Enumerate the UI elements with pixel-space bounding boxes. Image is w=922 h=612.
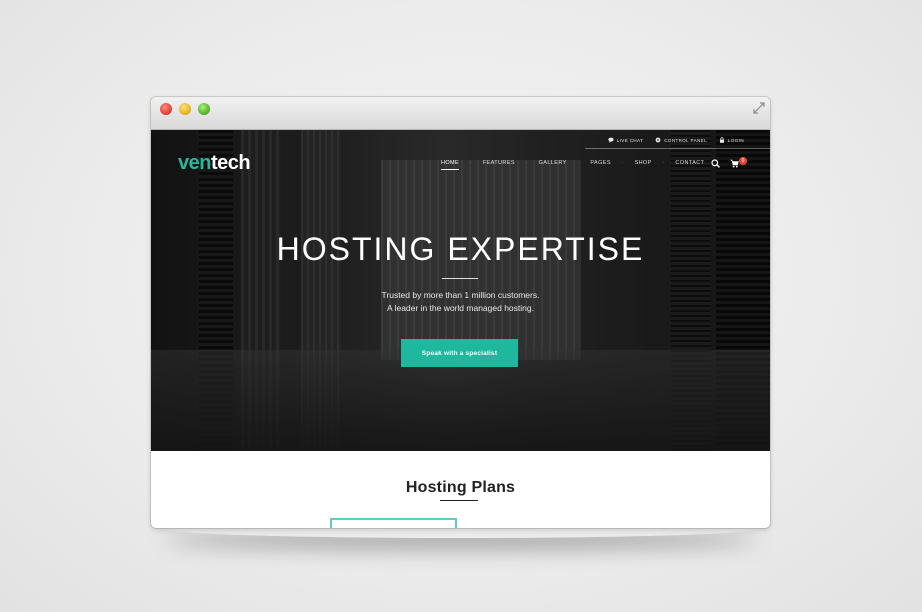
section-title: Hosting Plans (405, 479, 516, 496)
hero-subtitle-line-2: A leader in the world managed hosting. (387, 303, 534, 313)
nav-separator: · (621, 160, 624, 166)
zoom-window-button[interactable] (198, 103, 210, 115)
utility-nav: LIVE CHAT CONTROL PANEL LOGIN (608, 134, 744, 146)
nav-separator: · (470, 160, 472, 166)
live-chat-link[interactable]: LIVE CHAT (608, 137, 644, 143)
cart-count-badge: 0 (739, 157, 747, 165)
live-chat-label: LIVE CHAT (616, 137, 644, 143)
section-title-underline (440, 500, 478, 501)
window-titlebar (151, 97, 770, 130)
nav-item-shop[interactable]: SHOP (635, 160, 652, 170)
control-panel-link[interactable]: CONTROL PANEL (655, 137, 707, 143)
hero-divider (442, 278, 478, 279)
login-link[interactable]: LOGIN (719, 137, 744, 143)
control-panel-label: CONTROL PANEL (664, 137, 707, 143)
close-window-button[interactable] (160, 103, 172, 115)
cart-icon[interactable] (730, 159, 739, 168)
logo-text-ven: ven (178, 152, 211, 174)
hosting-plan-card[interactable] (330, 518, 457, 528)
minimize-window-button[interactable] (179, 103, 191, 115)
nav-item-gallery[interactable]: GALLERY (539, 160, 567, 170)
nav-separator: · (662, 160, 665, 166)
search-icon[interactable] (711, 159, 720, 168)
brand-logo[interactable]: ventech (178, 152, 251, 175)
hero-title: HOSTING EXPERTISE (276, 231, 645, 267)
login-label: LOGIN (727, 137, 744, 143)
hero-subtitle-line-1: Trusted by more than 1 million customers… (381, 290, 540, 300)
nav-separator: · (525, 160, 528, 166)
nav-item-home[interactable]: HOME (441, 160, 460, 170)
speak-with-specialist-button[interactable]: Speak with a specialist (401, 339, 518, 367)
chat-bubble-icon (608, 137, 614, 143)
gear-icon (655, 137, 661, 143)
nav-item-features[interactable]: FEATURES (483, 160, 515, 170)
utility-divider (585, 148, 770, 149)
lock-icon (719, 137, 724, 143)
hero-section: LIVE CHAT CONTROL PANEL LOGIN ventech HO… (151, 130, 770, 451)
browser-window: LIVE CHAT CONTROL PANEL LOGIN ventech HO… (151, 97, 770, 528)
logo-text-tech: tech (210, 152, 251, 174)
fullscreen-icon[interactable] (752, 101, 766, 115)
nav-item-contact[interactable]: CONTACT (675, 160, 704, 170)
main-nav: HOME · FEATURES · GALLERY · PAGES · SHOP… (441, 160, 704, 170)
nav-separator: · (577, 160, 580, 166)
nav-item-pages[interactable]: PAGES (590, 160, 611, 170)
